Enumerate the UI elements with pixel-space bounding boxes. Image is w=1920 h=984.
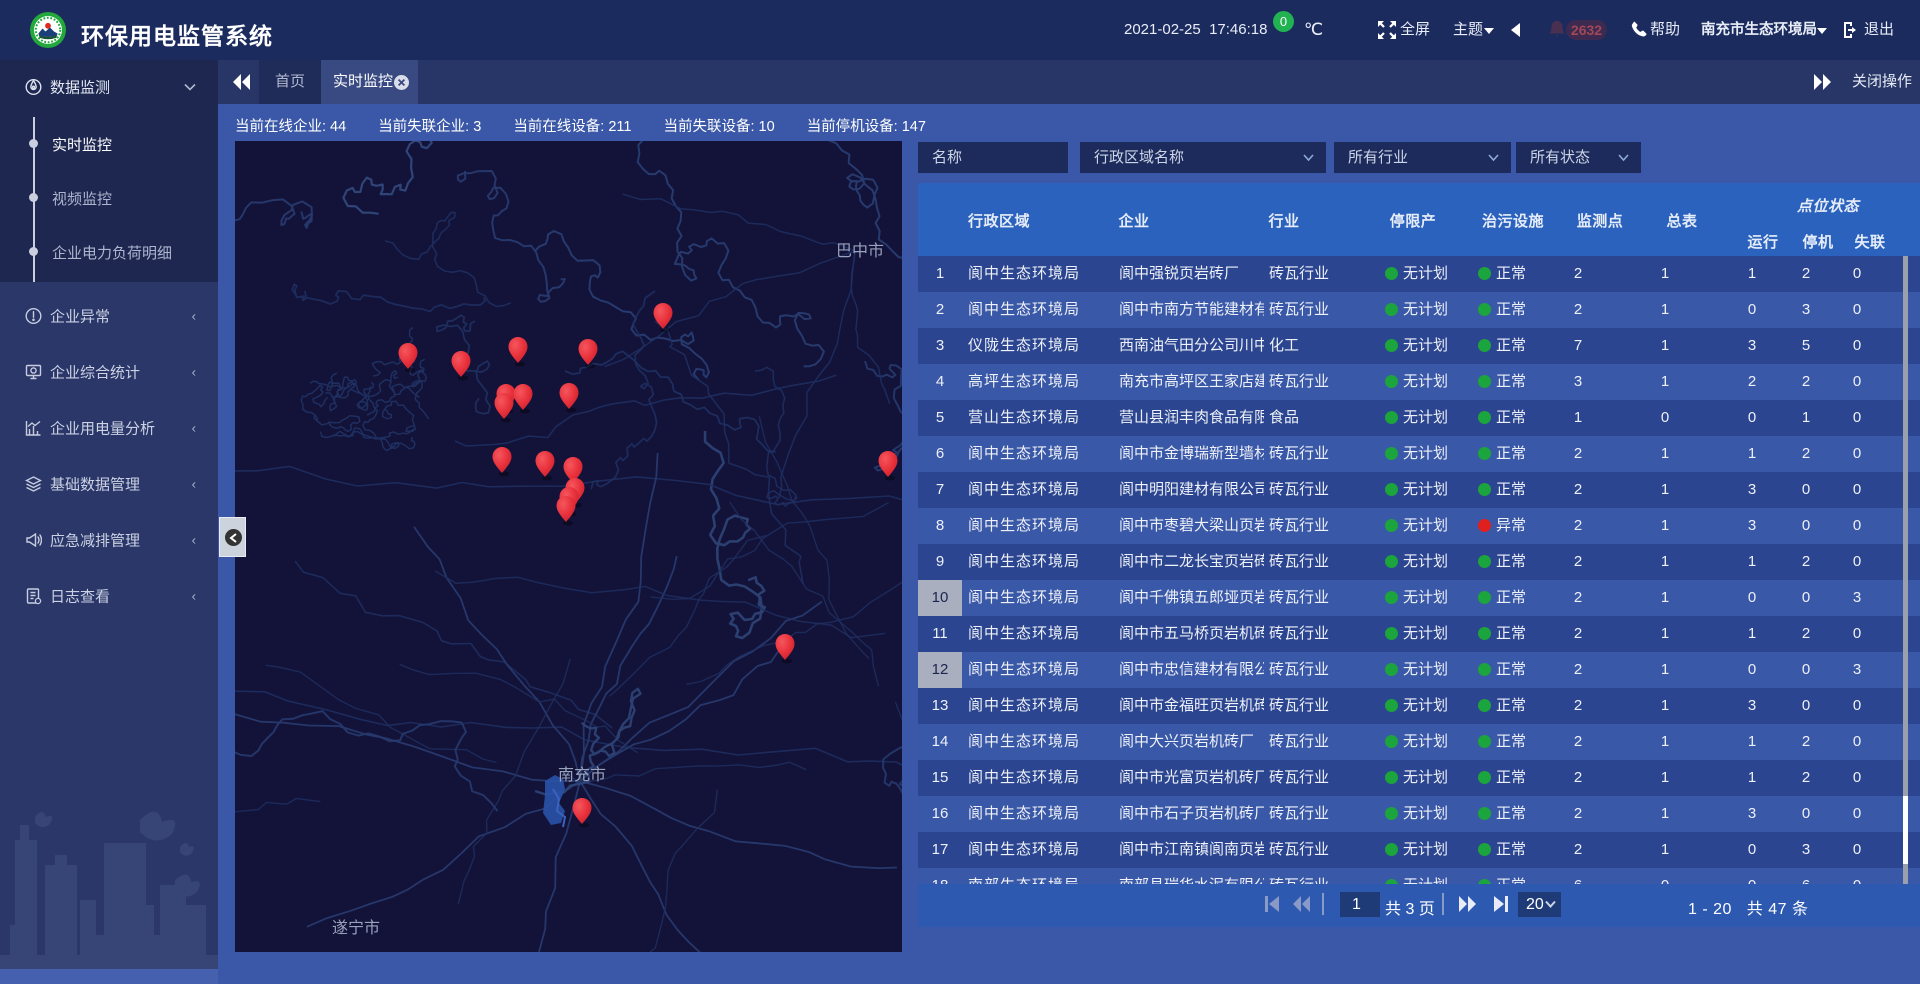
svg-text:南充市: 南充市 [558, 766, 606, 784]
svg-text:巴中市: 巴中市 [836, 242, 884, 260]
svg-text:遂宁市: 遂宁市 [332, 919, 380, 937]
